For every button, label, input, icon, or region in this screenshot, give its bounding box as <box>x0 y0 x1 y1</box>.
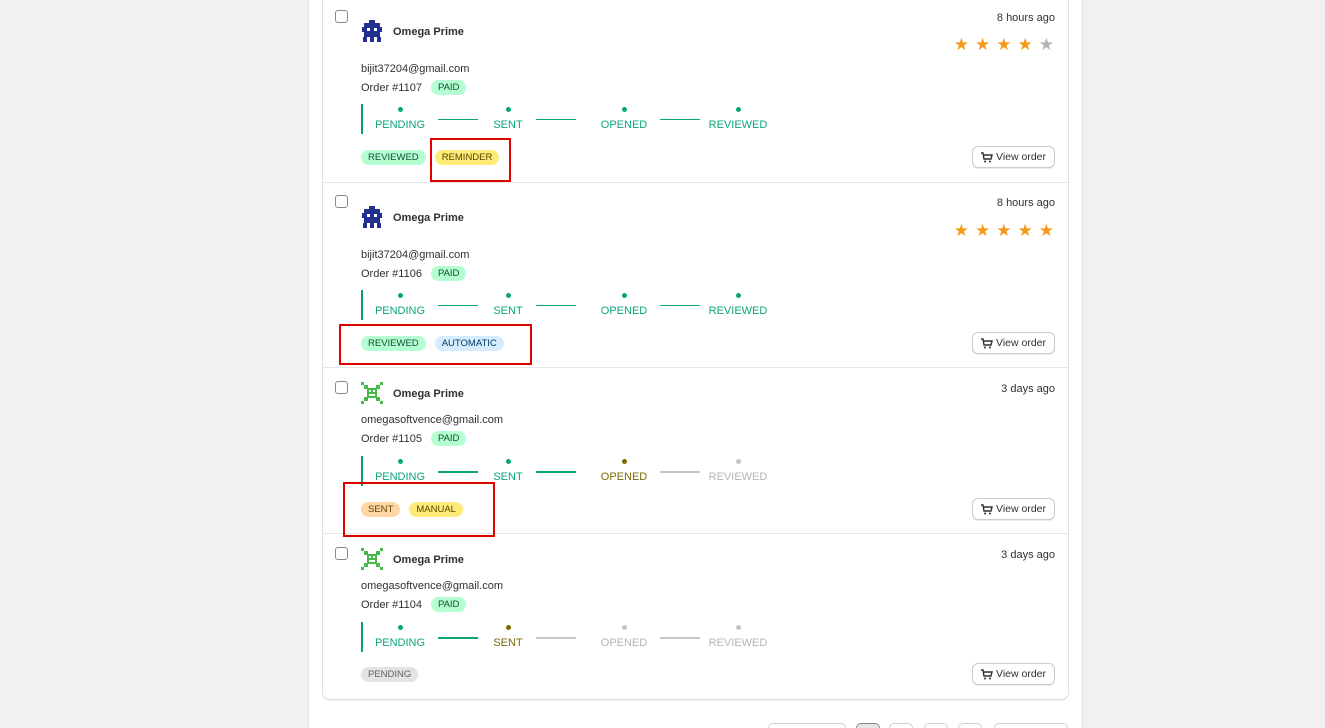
customer-email: omegasoftvence@gmail.com <box>361 414 504 426</box>
star-rating: ★ ★ ★ ★ ★ <box>953 35 1054 54</box>
star-filled-icon: ★ <box>953 221 969 240</box>
step-reviewed: REVIEWED <box>698 104 778 131</box>
highlight-box <box>343 482 495 537</box>
reviewer-name: Omega Prime <box>393 26 464 38</box>
step-sent: SENT <box>468 456 548 483</box>
view-order-button[interactable]: View order <box>972 146 1055 168</box>
review-time: 3 days ago <box>1001 549 1055 561</box>
tag-reviewed: REVIEWED <box>361 150 426 165</box>
status-timeline: PENDING SENT OPENED REVIEWED <box>361 622 781 652</box>
order-line: Order #1106 PAID <box>361 266 467 281</box>
step-reviewed: REVIEWED <box>698 622 778 649</box>
reviewer-name: Omega Prime <box>393 554 464 566</box>
step-pending: PENDING <box>360 622 440 649</box>
step-pending: PENDING <box>360 104 440 131</box>
payment-status-badge: PAID <box>430 597 467 612</box>
pagination-next[interactable] <box>994 723 1068 728</box>
pagination-page[interactable] <box>958 723 982 728</box>
pagination-page[interactable] <box>924 723 948 728</box>
customer-email: bijit37204@gmail.com <box>361 249 470 261</box>
star-filled-icon: ★ <box>996 221 1012 240</box>
review-time: 8 hours ago <box>996 12 1055 24</box>
status-timeline: PENDING SENT OPENED REVIEWED <box>361 290 781 320</box>
highlight-box <box>430 138 511 182</box>
star-filled-icon: ★ <box>975 221 991 240</box>
step-pending: PENDING <box>360 456 440 483</box>
customer-email: omegasoftvence@gmail.com <box>361 580 504 592</box>
step-opened: OPENED <box>584 456 664 483</box>
review-time: 3 days ago <box>1001 383 1055 395</box>
star-filled-icon: ★ <box>996 35 1012 54</box>
pagination-prev[interactable] <box>768 723 846 728</box>
customer-email: bijit37204@gmail.com <box>361 63 470 75</box>
status-timeline: PENDING SENT OPENED REVIEWED <box>361 104 781 134</box>
highlight-box <box>339 324 532 365</box>
review-tags: PENDING <box>361 667 419 682</box>
tag-pending: PENDING <box>361 667 419 682</box>
star-rating: ★ ★ ★ ★ ★ <box>953 221 1054 240</box>
review-item: Omega Prime 3 days ago omegasoftvence@gm… <box>323 534 1068 699</box>
step-opened: OPENED <box>584 290 664 317</box>
review-checkbox[interactable] <box>335 10 348 23</box>
step-opened: OPENED <box>584 104 664 131</box>
review-time: 8 hours ago <box>996 197 1055 209</box>
order-number: Order #1104 <box>361 598 422 611</box>
review-checkbox[interactable] <box>335 547 348 560</box>
step-opened: OPENED <box>584 622 664 649</box>
review-checkbox[interactable] <box>335 381 348 394</box>
order-number: Order #1107 <box>361 81 422 94</box>
payment-status-badge: PAID <box>430 431 467 446</box>
step-sent: SENT <box>468 290 548 317</box>
view-order-button[interactable]: View order <box>972 332 1055 354</box>
step-sent: SENT <box>468 104 548 131</box>
cart-icon <box>981 668 993 679</box>
star-filled-icon: ★ <box>1017 35 1033 54</box>
star-filled-icon: ★ <box>1017 221 1033 240</box>
cart-icon <box>981 151 993 162</box>
payment-status-badge: PAID <box>430 80 467 95</box>
step-reviewed: REVIEWED <box>698 456 778 483</box>
reviewer-name: Omega Prime <box>393 212 464 224</box>
order-line: Order #1105 PAID <box>361 431 467 446</box>
pagination-page[interactable] <box>889 723 913 728</box>
star-filled-icon: ★ <box>953 35 969 54</box>
step-reviewed: REVIEWED <box>698 290 778 317</box>
order-number: Order #1105 <box>361 432 422 445</box>
star-empty-icon: ★ <box>1038 35 1054 54</box>
review-checkbox[interactable] <box>335 195 348 208</box>
reviewer-name: Omega Prime <box>393 388 464 400</box>
pagination-page[interactable] <box>856 723 880 728</box>
payment-status-badge: PAID <box>430 266 467 281</box>
blue-pixel-avatar-icon <box>362 20 382 42</box>
step-sent: SENT <box>468 622 548 649</box>
order-line: Order #1104 PAID <box>361 597 467 612</box>
cart-icon <box>981 337 993 348</box>
step-pending: PENDING <box>360 290 440 317</box>
star-filled-icon: ★ <box>975 35 991 54</box>
green-pixel-avatar-icon <box>361 548 383 570</box>
view-order-button[interactable]: View order <box>972 498 1055 520</box>
order-number: Order #1106 <box>361 267 422 280</box>
green-pixel-avatar-icon <box>361 382 383 404</box>
star-filled-icon: ★ <box>1038 221 1054 240</box>
cart-icon <box>981 503 993 514</box>
blue-pixel-avatar-icon <box>362 206 382 228</box>
view-order-button[interactable]: View order <box>972 663 1055 685</box>
order-line: Order #1107 PAID <box>361 80 467 95</box>
